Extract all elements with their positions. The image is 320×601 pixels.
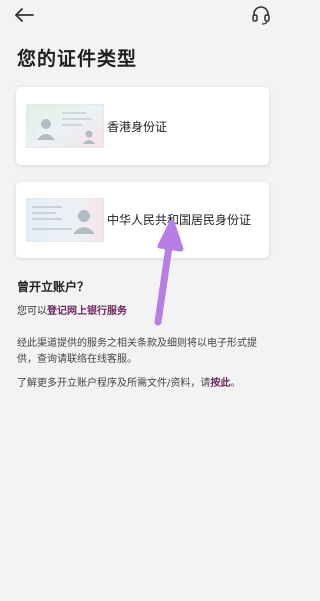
more-info-suffix: 。: [230, 378, 241, 389]
back-arrow-icon[interactable]: [12, 5, 36, 25]
cn-id-card-icon: [26, 198, 104, 242]
page-title: 您的证件类型: [17, 48, 138, 70]
cn-id-card-label: 中华人民共和国居民身份证: [107, 213, 252, 227]
cn-id-card-option[interactable]: 中华人民共和国居民身份证: [16, 182, 269, 258]
top-bar: [0, 0, 286, 36]
click-here-link[interactable]: 按此: [210, 378, 230, 389]
hk-id-card-option[interactable]: 香港身份证: [16, 87, 269, 165]
more-info-line: 了解更多开立账户程序及所需文件/资料，请按此。: [17, 374, 240, 389]
hk-id-card-icon: [26, 104, 104, 148]
hk-id-card-label: 香港身份证: [107, 120, 168, 134]
more-info-prefix: 了解更多开立账户程序及所需文件/资料，请: [17, 378, 211, 389]
register-online-banking-link[interactable]: 登记网上银行服务: [47, 306, 127, 317]
register-online-banking-line: 您可以登记网上银行服务: [17, 302, 127, 317]
register-prefix: 您可以: [17, 306, 47, 317]
headset-icon[interactable]: [250, 4, 272, 26]
terms-notice: 经此渠道提供的服务之相关条款及细则将以电子形式提供，查询请联络在线客服。: [17, 338, 257, 365]
existing-account-heading: 曾开立账户？: [17, 280, 90, 294]
